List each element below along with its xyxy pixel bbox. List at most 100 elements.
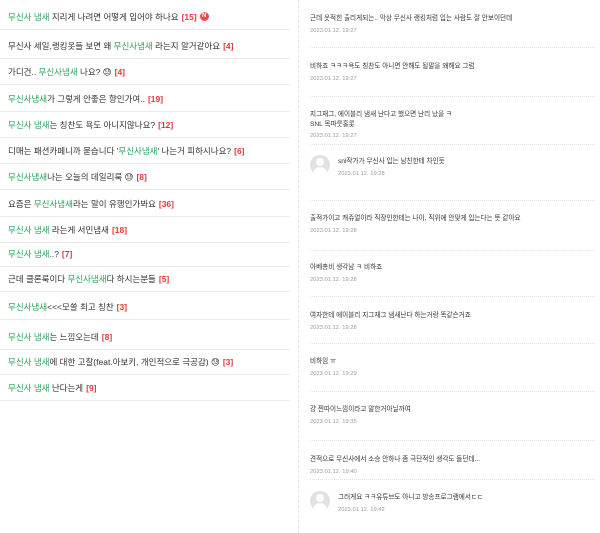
comment-separator bbox=[310, 144, 595, 145]
comment-separator bbox=[310, 440, 595, 441]
comment-date: 2023.01.12. 19:28 bbox=[338, 170, 385, 177]
keyword-highlight: 무신사냄새 bbox=[33, 198, 73, 209]
post-list-item[interactable]: 무신사냄새<<<모쏠 최고 칭찬 [3] bbox=[0, 292, 290, 320]
comment-text: 견적으로 무신사에서 소승 안하나 좀 극단적인 생각도 들던데... bbox=[310, 456, 480, 463]
comment-date: 2023.01.12. 19:28 bbox=[310, 324, 357, 331]
comment-text: 비하죠 ㅋㅋㅋ욕도 칭찬도 아니면 안해도 될말을 왜해요 그럼 bbox=[310, 63, 475, 70]
comment-text: 근데 옷적힌 출리게되는.. 막상 무신사 랭킹처럼 입는 사람도 잘 안보이던… bbox=[310, 15, 513, 22]
comment-separator bbox=[310, 47, 595, 48]
post-title-text: 라는 말이 유행인가봐요 bbox=[72, 198, 156, 209]
post-title-text: 근데 클론룩이다 bbox=[8, 273, 68, 284]
post-list-item[interactable]: 무신사 냄새 난다는게 [9] bbox=[0, 373, 290, 401]
post-title-text: 가디건.. bbox=[8, 66, 39, 77]
comment-count: [18] bbox=[111, 224, 128, 235]
comment-text: 지그재그, 에이블리 냄새 난다고 했으면 난리 났을 ㅋ bbox=[310, 111, 453, 118]
post-list-item[interactable]: 무신사냄새나는 오늘의 데일리룩 😓 [8] bbox=[0, 162, 290, 190]
post-list: 무신사 냄새 지리게 나려면 어떻게 입어야 하나요 [15] N 무신사 세일,랭킹… bbox=[0, 0, 297, 533]
post-title-text: 에 대한 고찰(feat.아보키, 개인적으로 극공감) 😓 bbox=[49, 356, 220, 367]
comment-text: snl작가가 무신사 입는 남친한테 차인듯 bbox=[338, 158, 445, 165]
keyword-highlight: 무신사냄새 bbox=[118, 145, 158, 156]
comment-count: [3] bbox=[116, 301, 128, 312]
comment-text: 아베총비 생각남 ㅋ 비하죠 bbox=[310, 264, 383, 271]
comment-date: 2023.01.12. 19:42 bbox=[338, 506, 385, 513]
post-title-text: 디매는 패션카페니까 묻습니다 ' bbox=[8, 145, 119, 156]
post-title-text: ' 나는거 피하시나요? bbox=[157, 145, 232, 156]
comment-separator bbox=[310, 479, 595, 480]
post-title-text: 가 그렇게 안좋은 향인가여.. bbox=[47, 93, 145, 104]
keyword-highlight: 무신사 냄새 bbox=[8, 331, 50, 342]
post-list-item[interactable]: 디매는 패션카페니까 묻습니다 '무신사냄새' 나는거 피하시나요? [6] bbox=[0, 136, 290, 164]
keyword-highlight: 무신사 냄새 bbox=[8, 382, 50, 393]
comment-count: [7] bbox=[61, 248, 73, 259]
keyword-highlight: 무신사 냄새 bbox=[8, 119, 50, 130]
comment-date: 2023.01.12. 19:27 bbox=[310, 75, 357, 82]
post-list-item[interactable]: 무신사 냄새 지리게 나려면 어떻게 입어야 하나요 [15] N bbox=[0, 2, 290, 30]
comment-count: [5] bbox=[158, 273, 170, 284]
post-list-item[interactable]: 가디건.. 무신사냄새 나요? 😓 [4] bbox=[0, 57, 290, 85]
keyword-highlight: 무신사 냄새 bbox=[8, 224, 50, 235]
post-title-text: 는 느낌오는데 bbox=[49, 331, 99, 342]
keyword-highlight: 무신사냄새 bbox=[8, 93, 48, 104]
comment-separator bbox=[310, 250, 595, 251]
comment-item: snl작가가 무신사 입는 남친한테 차인듯 2023.01.12. 19:28 bbox=[310, 157, 595, 177]
comment-item: 그러게요 ㅋㅋ유튜브도 아니고 방송프로그램에서ㄷㄷ 2023.01.12. 19… bbox=[310, 493, 595, 513]
post-list-item[interactable]: 무신사 냄새에 대한 고찰(feat.아보키, 개인적으로 극공감) 😓 [3] bbox=[0, 347, 290, 375]
post-list-item[interactable]: 무신사 냄새는 느낌오는데 [8] bbox=[0, 322, 290, 350]
comment-count: [4] bbox=[114, 66, 125, 77]
comment-separator bbox=[310, 343, 595, 344]
comment-count: [36] bbox=[158, 198, 174, 209]
comment-item: 아베총비 생각남 ㅋ 비하죠 2023.01.12. 19:28 bbox=[310, 263, 595, 283]
comment-item: 지그재그, 에이블리 냄새 난다고 했으면 난리 났을 ㅋ SNL 목파룻홍롯 20… bbox=[310, 110, 595, 139]
comment-count: [8] bbox=[101, 331, 113, 342]
comment-count: [8] bbox=[136, 171, 147, 182]
post-list-item[interactable]: 근데 클론룩이다 무신사냄새다 하시는분들 [5] bbox=[0, 264, 290, 292]
comment-separator bbox=[310, 96, 595, 97]
comment-text-line2: SNL 목파룻홍롯 bbox=[310, 120, 355, 128]
keyword-highlight: 무신사 냄새 bbox=[8, 11, 50, 22]
post-title-text: 지리게 나려면 어떻게 입어야 하나요 bbox=[49, 11, 179, 22]
comment-date: 2023.01.12. 19:29 bbox=[310, 370, 357, 377]
post-list-item[interactable]: 무신사 세일,랭킹옷들 보면 왜 무신사냄새 라는지 알거같아요 [4] bbox=[0, 31, 290, 59]
keyword-highlight: 무신사냄새 bbox=[67, 273, 107, 284]
comment-text: 걍 찐따이느낌이라고 말한거아닐까여 bbox=[310, 406, 411, 413]
post-title-text: 나요? 😓 bbox=[77, 66, 112, 77]
comment-text: 출적가이고 캐쥬얼이라 직장인한테는 나이, 직위에 안맞게 입는다는 뜻 같아… bbox=[310, 215, 521, 222]
comment-item: 출적가이고 캐쥬얼이라 직장인한테는 나이, 직위에 안맞게 입는다는 뜻 같아… bbox=[310, 214, 595, 234]
comment-text: 비하임 ㅠ bbox=[310, 358, 337, 365]
post-list-item[interactable]: 요즘은 무신사냄새라는 말이 유행인가봐요 [36] bbox=[0, 189, 290, 217]
post-list-item[interactable]: 무신사 냄새는 칭찬도 욕도 아니지않나요? [12] bbox=[0, 110, 290, 138]
comment-item: 견적으로 무신사에서 소승 안하나 좀 극단적인 생각도 들던데... 2023.… bbox=[310, 455, 595, 475]
comment-list: 근데 옷적힌 출리게되는.. 막상 무신사 랭킹처럼 입는 사람도 잘 안보이던… bbox=[310, 0, 598, 533]
comment-text: 여자한테 에이블리 지그재그 냄새난다 하는거랑 똑같슨거죠 bbox=[310, 312, 471, 319]
keyword-highlight: 무신사 냄새 bbox=[8, 356, 50, 367]
new-badge: N bbox=[199, 12, 209, 22]
comment-count: [3] bbox=[222, 356, 234, 367]
post-title-text: 라는게 서민냄새 bbox=[49, 224, 109, 235]
post-title-text: 무신사 세일,랭킹옷들 보면 왜 bbox=[8, 40, 114, 51]
post-list-item[interactable]: 무신사냄새가 그렇게 안좋은 향인가여.. [19] bbox=[0, 84, 290, 112]
comment-date: 2023.01.12. 19:27 bbox=[310, 27, 357, 34]
comment-item: 근데 옷적힌 출리게되는.. 막상 무신사 랭킹처럼 입는 사람도 잘 안보이던… bbox=[310, 14, 595, 34]
post-title-text: 는 칭찬도 욕도 아니지않나요? bbox=[49, 119, 156, 130]
comment-date: 2023.01.12. 19:35 bbox=[310, 418, 357, 425]
comment-separator bbox=[310, 296, 595, 297]
post-title-text: 다 하시는분들 bbox=[106, 273, 156, 284]
comment-count: [12] bbox=[158, 119, 174, 130]
keyword-highlight: 무신사냄새 bbox=[8, 171, 48, 182]
comment-item: 비하임 ㅠ 2023.01.12. 19:29 bbox=[310, 357, 595, 377]
comment-count: [9] bbox=[86, 382, 97, 393]
comment-text: 그러게요 ㅋㅋ유튜브도 아니고 방송프로그램에서ㄷㄷ bbox=[338, 494, 484, 501]
comment-separator bbox=[310, 200, 595, 201]
keyword-highlight: 무신사냄새 bbox=[8, 301, 48, 312]
comment-count: [15] bbox=[181, 11, 197, 22]
keyword-highlight: 무신사냄새 bbox=[38, 66, 78, 77]
post-title-text: 나는 오늘의 데일리룩 😓 bbox=[47, 171, 134, 182]
post-title-text: 라는지 알거같아요 bbox=[152, 40, 221, 51]
keyword-highlight: 무신사 냄새 bbox=[8, 248, 50, 259]
post-title-text: 요즘은 bbox=[8, 198, 34, 209]
comment-item: 걍 찐따이느낌이라고 말한거아닐까여 2023.01.12. 19:35 bbox=[310, 405, 595, 425]
post-list-item[interactable]: 무신사 냄새..? [7] bbox=[0, 239, 290, 267]
post-title-text: ..? bbox=[49, 248, 59, 259]
comment-count: [4] bbox=[223, 40, 234, 51]
post-title-text: <<<모쏠 최고 칭찬 bbox=[47, 301, 114, 312]
